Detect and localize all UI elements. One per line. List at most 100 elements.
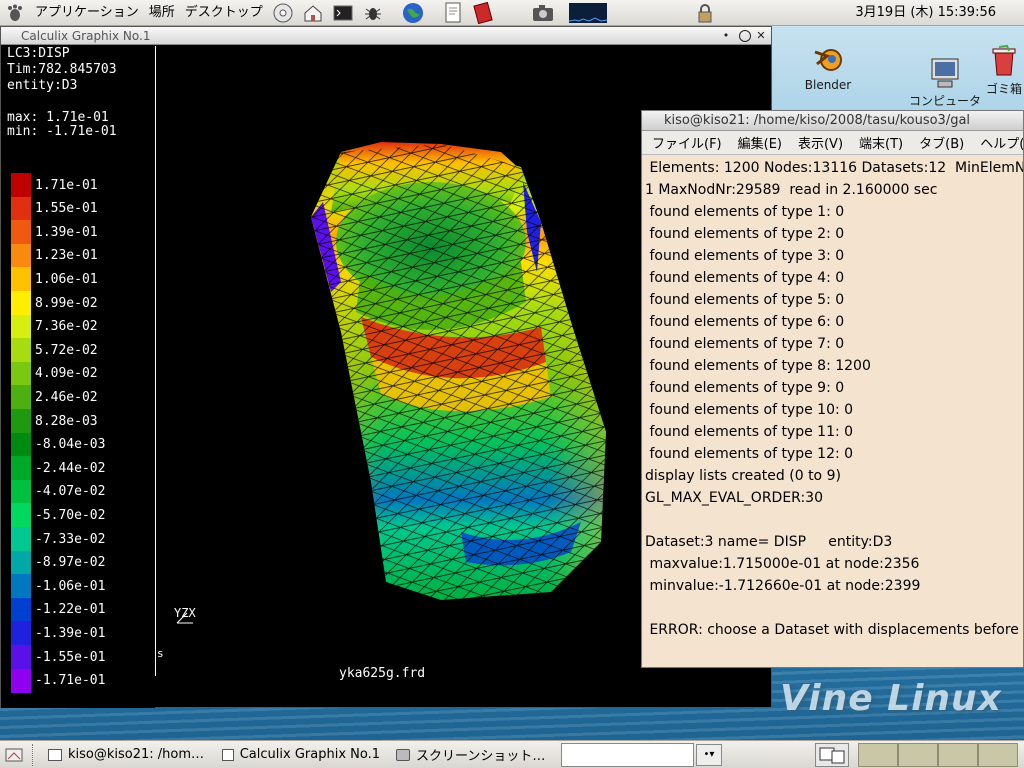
panel-dropdown-button[interactable]: •▾ <box>696 744 722 766</box>
menu-terminal[interactable]: 端末(T) <box>849 133 909 152</box>
terminal-line: found elements of type 8: 1200 <box>645 358 871 374</box>
legend-label: -1.71e-01 <box>35 673 106 689</box>
workspace-4[interactable] <box>978 743 1018 767</box>
legend-row: 1.06e-01 <box>11 267 98 292</box>
desktop-icon-trash[interactable]: ゴミ箱 <box>964 44 1024 97</box>
legend-row: 2.46e-02 <box>11 385 98 410</box>
menu-edit[interactable]: 編集(E) <box>728 133 788 152</box>
terminal-line: Dataset:3 name= DISP entity:D3 <box>645 534 893 550</box>
legend-label: 8.28e-03 <box>35 413 98 429</box>
terminal-icon[interactable] <box>332 2 354 24</box>
legend-swatch <box>11 432 31 457</box>
globe-icon[interactable] <box>402 2 424 24</box>
s-label: s <box>157 647 164 660</box>
entity-label: entity:D3 <box>7 78 78 93</box>
desktop-icon-blender[interactable]: Blender <box>788 42 868 92</box>
legend-swatch <box>11 456 31 481</box>
terminal-icon <box>48 748 62 761</box>
cd-icon[interactable] <box>272 2 294 24</box>
close-button[interactable]: ✕ <box>754 29 768 43</box>
legend-row: -1.39e-01 <box>11 621 106 646</box>
bottom-panel: kiso@kiso21: /hom… Calculix Graphix No.1… <box>0 740 1024 768</box>
menu-file[interactable]: ファイル(F) <box>642 133 728 152</box>
legend-swatch <box>11 527 31 551</box>
terminal-line: minvalue:-1.712660e-01 at node:2399 <box>645 578 921 594</box>
legend-row: -8.97e-02 <box>11 550 105 575</box>
computer-icon <box>928 56 962 90</box>
legend-swatch <box>11 314 31 339</box>
legend-row: -1.71e-01 <box>11 668 106 693</box>
workspace-switcher[interactable] <box>858 743 1018 767</box>
menu-places[interactable]: 場所 <box>144 0 180 26</box>
task-screenshot[interactable]: スクリーンショット… <box>390 743 560 767</box>
menu-help[interactable]: ヘルプ(H) <box>970 133 1023 152</box>
minimize-button[interactable]: • <box>719 29 733 43</box>
legend-label: 1.39e-01 <box>35 224 98 240</box>
legend-row: 5.72e-02 <box>11 338 98 363</box>
legend-swatch <box>11 597 31 622</box>
legend-row: -1.55e-01 <box>11 645 105 669</box>
window-icon <box>222 748 234 761</box>
terminal-titlebar[interactable]: kiso@kiso21: /home/kiso/2008/tasu/kouso3… <box>642 111 1023 131</box>
show-desktop-icon[interactable] <box>4 744 24 766</box>
red-book-icon[interactable] <box>472 1 494 24</box>
terminal-line: display lists created (0 to 9) <box>645 468 841 484</box>
task-calculix[interactable]: Calculix Graphix No.1 <box>216 743 386 767</box>
clock[interactable]: 3月19日 (木) 15:39:56 <box>855 0 996 26</box>
terminal-line: found elements of type 12: 0 <box>645 446 854 462</box>
camera-icon[interactable] <box>532 2 554 24</box>
trash-icon <box>987 44 1021 78</box>
terminal-output[interactable]: Elements: 1200 Nodes:13116 Datasets:12 M… <box>642 155 1023 641</box>
legend-swatch <box>11 409 31 433</box>
min-label: min: -1.71e-01 <box>7 124 117 139</box>
terminal-line: Elements: 1200 Nodes:13116 Datasets:12 M… <box>645 160 1024 176</box>
legend-label: 1.06e-01 <box>35 271 98 287</box>
legend-row: -1.22e-01 <box>11 597 105 622</box>
legend-row: -2.44e-02 <box>11 456 105 481</box>
menu-view[interactable]: 表示(V) <box>788 133 849 152</box>
dataset-label: LC3:DISP <box>7 46 70 61</box>
menu-applications[interactable]: アプリケーション <box>30 0 144 26</box>
legend-label: 1.55e-01 <box>35 201 98 217</box>
legend-label: -1.06e-01 <box>35 578 106 594</box>
terminal-line: found elements of type 6: 0 <box>645 314 845 330</box>
window-list-icon[interactable] <box>815 743 849 767</box>
fe-model-view[interactable] <box>301 112 621 602</box>
legend-swatch <box>11 645 31 669</box>
terminal-line: found elements of type 3: 0 <box>645 248 845 264</box>
workspace-1[interactable] <box>858 743 898 767</box>
legend-row: -5.70e-02 <box>11 503 105 528</box>
menu-tabs[interactable]: タブ(B) <box>909 133 970 152</box>
calculix-titlebar[interactable]: Calculix Graphix No.1 • ✕ <box>1 27 771 45</box>
workspace-3[interactable] <box>938 743 978 767</box>
terminal-line: ERROR: choose a Dataset with displacemen… <box>645 622 1019 638</box>
legend-swatch <box>11 550 31 575</box>
axis-triad <box>176 612 193 624</box>
task-terminal[interactable]: kiso@kiso21: /hom… <box>42 743 212 767</box>
bug-icon[interactable] <box>362 2 384 24</box>
legend-label: 1.23e-01 <box>35 248 98 264</box>
legend-label: 5.72e-02 <box>35 342 98 358</box>
filename-label: yka625g.frd <box>339 666 426 681</box>
legend-swatch <box>11 479 31 504</box>
legend-label: -1.39e-01 <box>35 625 106 641</box>
menu-desktop[interactable]: デスクトップ <box>180 0 268 26</box>
gnome-foot-icon[interactable] <box>4 2 26 24</box>
legend-row: 1.23e-01 <box>11 243 98 268</box>
legend-swatch <box>11 173 31 197</box>
maximize-button[interactable] <box>739 30 751 42</box>
home-icon[interactable] <box>302 2 324 24</box>
legend-swatch <box>11 267 31 292</box>
legend-swatch <box>11 668 31 693</box>
lock-icon[interactable] <box>694 2 716 24</box>
workspace-2[interactable] <box>898 743 938 767</box>
document-icon[interactable] <box>442 2 464 24</box>
legend-swatch <box>11 621 31 646</box>
legend-row: -8.04e-03 <box>11 432 105 457</box>
legend-label: -1.55e-01 <box>35 649 106 665</box>
panel-entry-field[interactable] <box>561 743 694 767</box>
legend-row: 1.39e-01 <box>11 220 98 245</box>
desktop-icon-label: ゴミ箱 <box>985 82 1022 96</box>
legend-swatch <box>11 243 31 268</box>
